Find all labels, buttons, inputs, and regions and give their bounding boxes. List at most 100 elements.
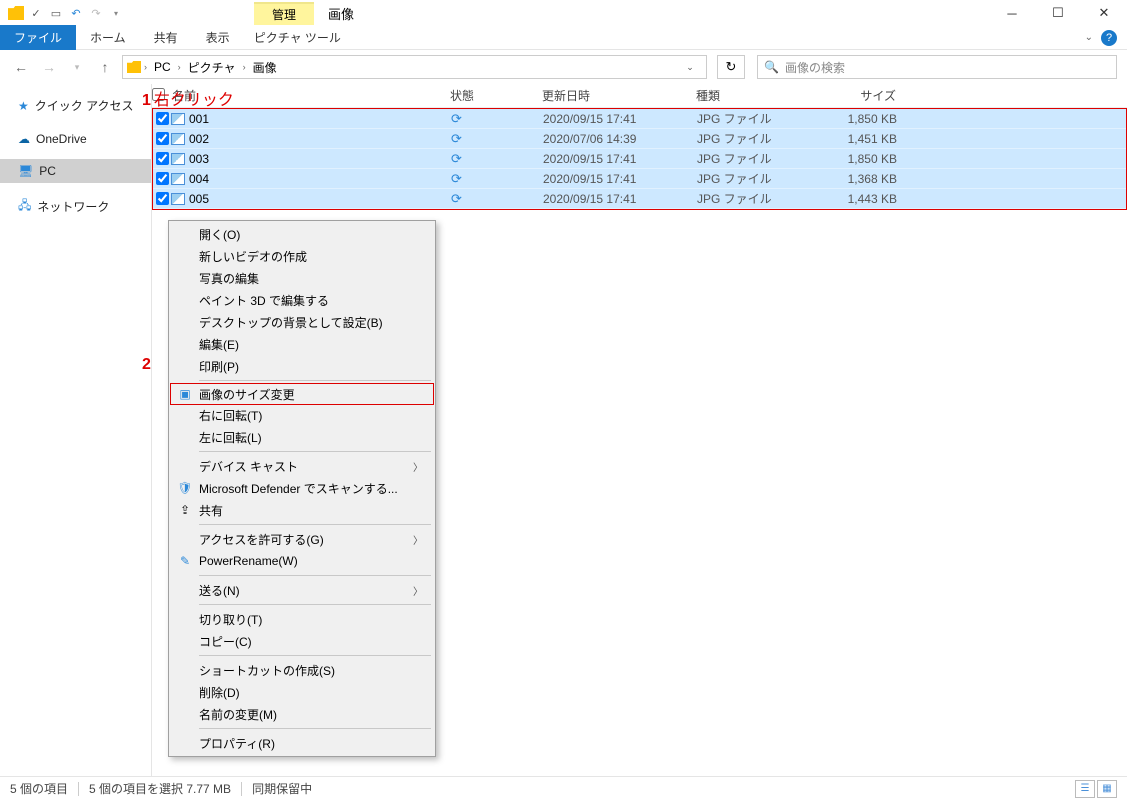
nav-back-icon[interactable]: ←: [10, 56, 32, 78]
file-checkbox[interactable]: [156, 112, 169, 125]
cm-new-video[interactable]: 新しいビデオの作成: [171, 245, 433, 267]
tab-view[interactable]: 表示: [192, 25, 244, 50]
file-date: 2020/09/15 17:41: [543, 112, 697, 126]
cm-print[interactable]: 印刷(P): [171, 355, 433, 377]
cm-powerrename[interactable]: ✎ PowerRename(W): [171, 550, 433, 572]
file-name: 003: [189, 152, 209, 166]
breadcrumb-folder[interactable]: 画像: [249, 59, 281, 76]
address-dropdown-icon[interactable]: ⌄: [678, 62, 702, 73]
cm-separator: [199, 655, 431, 656]
annotation-1-text: 右クリック: [154, 86, 234, 110]
submenu-arrow-icon: 〉: [413, 583, 423, 598]
ribbon-collapse-icon[interactable]: ⌄: [1085, 32, 1093, 43]
file-name: 004: [189, 172, 209, 186]
file-checkbox[interactable]: [156, 152, 169, 165]
sidebar-pc[interactable]: 🖥 PC: [0, 159, 151, 183]
file-row[interactable]: 005⟳2020/09/15 17:41JPG ファイル1,443 KB: [153, 189, 1126, 209]
view-large-icon[interactable]: ▦: [1097, 780, 1117, 798]
qat-redo-icon[interactable]: ↷: [88, 5, 104, 21]
cm-set-wallpaper[interactable]: デスクトップの背景として設定(B): [171, 311, 433, 333]
file-type: JPG ファイル: [697, 110, 825, 127]
annotation-1: 1 右クリック: [142, 86, 234, 110]
search-box[interactable]: 🔍 画像の検索: [757, 55, 1117, 79]
cm-open[interactable]: 開く(O): [171, 223, 433, 245]
cm-edit[interactable]: 編集(E): [171, 333, 433, 355]
cm-rotate-left[interactable]: 左に回転(L): [171, 426, 433, 448]
file-date: 2020/09/15 17:41: [543, 152, 697, 166]
maximize-button[interactable]: ☐: [1035, 0, 1081, 26]
close-button[interactable]: ✕: [1081, 0, 1127, 26]
nav-up-icon[interactable]: ↑: [94, 56, 116, 78]
nav-bar: ← → ▾ ↑ › PC › ピクチャ › 画像 ⌄ ↻ 🔍 画像の検索: [0, 50, 1127, 84]
help-icon[interactable]: ?: [1101, 30, 1117, 46]
address-folder-icon: [127, 61, 141, 73]
file-row[interactable]: 001⟳2020/09/15 17:41JPG ファイル1,850 KB: [153, 109, 1126, 129]
rename-icon: ✎: [177, 553, 193, 569]
pc-icon: 🖥: [18, 164, 33, 178]
file-size: 1,451 KB: [825, 132, 905, 146]
nav-recent-icon[interactable]: ▾: [66, 56, 88, 78]
cm-shortcut[interactable]: ショートカットの作成(S): [171, 659, 433, 681]
refresh-button[interactable]: ↻: [717, 55, 745, 79]
tab-home[interactable]: ホーム: [76, 25, 140, 50]
col-size[interactable]: サイズ: [824, 87, 904, 104]
qat-props-icon[interactable]: ▭: [48, 5, 64, 21]
cm-edit-photo[interactable]: 写真の編集: [171, 267, 433, 289]
search-icon: 🔍: [764, 60, 779, 74]
file-row[interactable]: 004⟳2020/09/15 17:41JPG ファイル1,368 KB: [153, 169, 1126, 189]
minimize-button[interactable]: ─: [989, 0, 1035, 26]
file-checkbox[interactable]: [156, 172, 169, 185]
sidebar-label: OneDrive: [36, 132, 87, 146]
resize-icon: ▣: [177, 386, 193, 402]
cm-defender[interactable]: 🛡 Microsoft Defender でスキャンする...: [171, 477, 433, 499]
status-bar: 5 個の項目 5 個の項目を選択 7.77 MB 同期保留中 ☰ ▦: [0, 776, 1127, 800]
file-name: 001: [189, 112, 209, 126]
col-state[interactable]: 状態: [450, 87, 542, 104]
file-size: 1,368 KB: [825, 172, 905, 186]
file-checkbox[interactable]: [156, 132, 169, 145]
cm-paint3d[interactable]: ペイント 3D で編集する: [171, 289, 433, 311]
sync-status-icon: ⟳: [451, 151, 543, 167]
view-details-icon[interactable]: ☰: [1075, 780, 1095, 798]
context-menu: 開く(O) 新しいビデオの作成 写真の編集 ペイント 3D で編集する デスクト…: [168, 220, 436, 757]
ribbon-context-manage[interactable]: 管理: [254, 2, 314, 25]
search-placeholder: 画像の検索: [785, 59, 845, 76]
qat-undo-icon[interactable]: ↶: [68, 5, 84, 21]
file-checkbox[interactable]: [156, 192, 169, 205]
col-type[interactable]: 種類: [696, 87, 824, 104]
qat-check-icon[interactable]: ✓: [28, 5, 44, 21]
nav-forward-icon[interactable]: →: [38, 56, 60, 78]
cm-delete[interactable]: 削除(D): [171, 681, 433, 703]
cm-give-access[interactable]: アクセスを許可する(G)〉: [171, 528, 433, 550]
sidebar-quick-access[interactable]: ★ クイック アクセス: [0, 92, 151, 119]
file-row[interactable]: 003⟳2020/09/15 17:41JPG ファイル1,850 KB: [153, 149, 1126, 169]
cm-share[interactable]: ⇪ 共有: [171, 499, 433, 521]
tab-share[interactable]: 共有: [140, 25, 192, 50]
file-type: JPG ファイル: [697, 150, 825, 167]
window-title: 画像: [314, 2, 368, 25]
image-file-icon: [171, 193, 185, 205]
breadcrumb-pc[interactable]: PC: [150, 60, 175, 74]
cm-properties[interactable]: プロパティ(R): [171, 732, 433, 754]
sidebar-network[interactable]: 🖧 ネットワーク: [0, 191, 151, 222]
file-date: 2020/09/15 17:41: [543, 172, 697, 186]
cm-rename[interactable]: 名前の変更(M): [171, 703, 433, 725]
cm-device-cast[interactable]: デバイス キャスト〉: [171, 455, 433, 477]
cm-separator: [199, 524, 431, 525]
cm-resize-image[interactable]: ▣ 画像のサイズ変更: [170, 383, 434, 405]
cm-copy[interactable]: コピー(C): [171, 630, 433, 652]
file-row[interactable]: 002⟳2020/07/06 14:39JPG ファイル1,451 KB: [153, 129, 1126, 149]
col-date[interactable]: 更新日時: [542, 87, 696, 104]
cm-rotate-right[interactable]: 右に回転(T): [171, 404, 433, 426]
cm-cut[interactable]: 切り取り(T): [171, 608, 433, 630]
sidebar-onedrive[interactable]: ☁ OneDrive: [0, 127, 151, 151]
qat-more-icon[interactable]: ▾: [108, 5, 124, 21]
cm-send-to[interactable]: 送る(N)〉: [171, 579, 433, 601]
tab-picture-tools[interactable]: ピクチャ ツール: [244, 25, 351, 50]
address-bar[interactable]: › PC › ピクチャ › 画像 ⌄: [122, 55, 707, 79]
breadcrumb-pictures[interactable]: ピクチャ: [184, 59, 240, 76]
title-bar: ✓ ▭ ↶ ↷ ▾ 管理 画像 ─ ☐ ✕: [0, 0, 1127, 26]
status-item-count: 5 個の項目: [10, 780, 68, 797]
image-file-icon: [171, 133, 185, 145]
tab-file[interactable]: ファイル: [0, 25, 76, 50]
